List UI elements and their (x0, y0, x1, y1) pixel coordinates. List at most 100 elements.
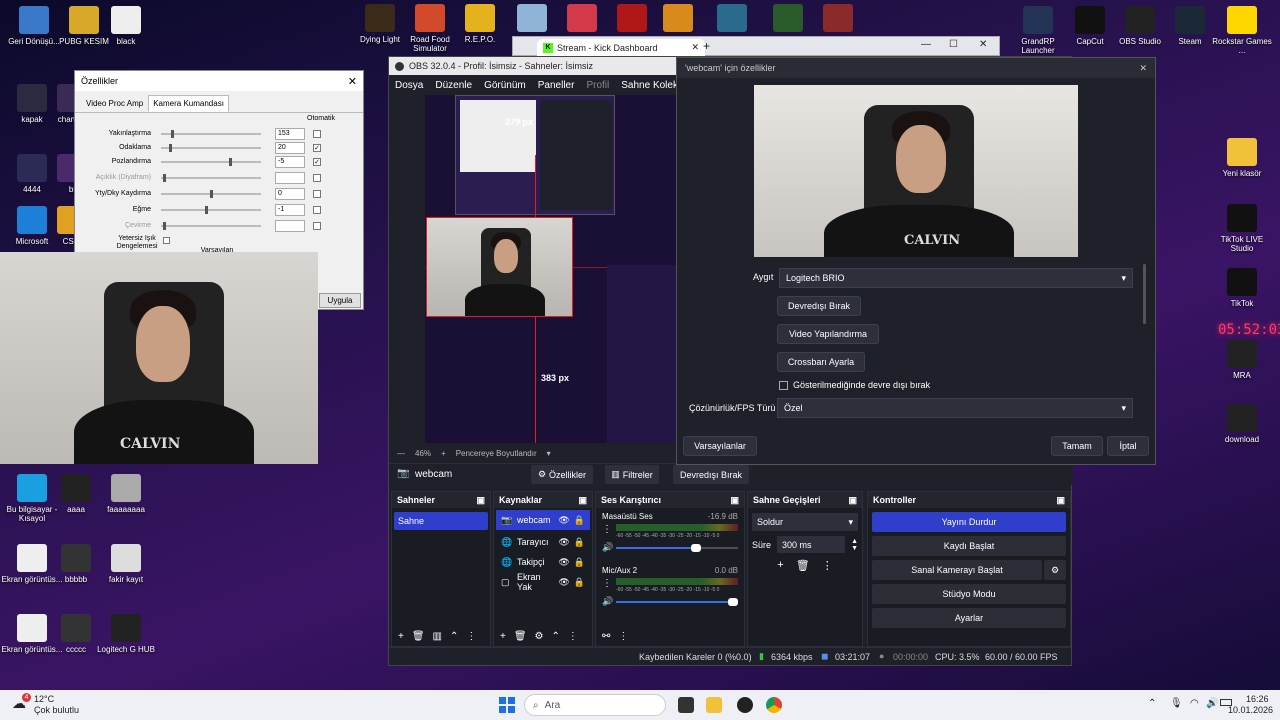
lock-icon[interactable]: 🔒 (574, 557, 585, 568)
apply-button[interactable]: Uygula (319, 293, 361, 308)
tray-chevron-icon[interactable]: ⌃ (1148, 698, 1156, 709)
desktop-icon-folder[interactable]: Yeni klasör (1210, 138, 1274, 178)
more-icon[interactable]: ⋮ (602, 524, 612, 535)
volume-fader[interactable] (616, 544, 738, 552)
camera-setting-auto-checkbox[interactable] (313, 130, 321, 138)
source-item[interactable]: ▢ Ekran Yak 👁 🔒 (496, 572, 590, 592)
camera-setting-slider[interactable] (161, 174, 261, 182)
video-config-button[interactable]: Video Yapılandırma (777, 324, 879, 344)
tab-video-proc-amp[interactable]: Video Proc Amp (81, 95, 148, 112)
desktop-icon-faaaa[interactable]: faaaaaaaa (94, 474, 158, 514)
wifi-icon[interactable]: ◠ (1190, 698, 1199, 709)
eye-icon[interactable]: 👁 (558, 537, 569, 548)
camera-setting-value[interactable]: 0 (275, 188, 305, 200)
dock-icon[interactable]: ▣ (730, 495, 739, 506)
more-icon[interactable]: ⋮ (618, 631, 628, 642)
camera-setting-slider[interactable] (161, 130, 261, 138)
link-icon[interactable]: ⚯ (602, 631, 610, 642)
camera-setting-value[interactable]: 20 (275, 142, 305, 154)
lock-icon[interactable]: 🔒 (574, 515, 585, 526)
dock-icon[interactable]: ▣ (848, 495, 857, 506)
camera-setting-auto-checkbox[interactable] (313, 190, 321, 198)
more-icon[interactable]: ⋮ (602, 578, 612, 589)
cancel-button[interactable]: İptal (1107, 436, 1149, 456)
minimize-icon[interactable]: — (921, 39, 931, 50)
trash-icon[interactable]: 🗑 (412, 631, 425, 642)
studio-mode-button[interactable]: Stüdyo Modu (872, 584, 1066, 604)
dock-icon[interactable]: ▣ (1056, 495, 1065, 506)
more-icon[interactable]: ⋮ (568, 631, 578, 642)
eye-icon[interactable]: 👁 (558, 557, 569, 568)
menu-gorunum[interactable]: Görünüm (484, 80, 526, 91)
obs-preview-canvas[interactable]: 379 px 383 px (425, 95, 677, 443)
slider-thumb[interactable] (163, 222, 166, 230)
add-icon[interactable]: + (500, 631, 506, 642)
settings-button[interactable]: Ayarlar (872, 608, 1066, 628)
trash-icon[interactable]: 🗑 (514, 631, 527, 642)
dock-icon[interactable]: ▣ (476, 495, 485, 506)
camera-setting-auto-checkbox[interactable] (313, 222, 321, 230)
camera-setting-slider[interactable] (161, 190, 261, 198)
eye-icon[interactable]: 👁 (558, 577, 569, 588)
slider-thumb[interactable] (210, 190, 213, 198)
file-explorer-icon[interactable] (706, 697, 722, 713)
desktop-icon-fakir[interactable]: fakir kayıt (94, 544, 158, 584)
speaker-icon[interactable]: 🔊 (602, 596, 613, 607)
disable-source-button[interactable]: Devredışı Bırak (673, 465, 749, 484)
resolution-select[interactable]: Özel ▾ (777, 398, 1133, 418)
obs-taskbar-icon[interactable] (737, 697, 753, 713)
weather-widget[interactable]: ☁ 4 12°C Çok bulutlu (10, 693, 100, 717)
source-item[interactable]: 🌐 Tarayıcı 👁 🔒 (496, 532, 590, 552)
virtual-camera-button[interactable]: Sanal Kamerayı Başlat (872, 560, 1042, 580)
up-icon[interactable]: ⌃ (552, 631, 560, 642)
camera-setting-slider[interactable] (161, 222, 261, 230)
desktop-icon-black[interactable]: black (94, 6, 158, 46)
maximize-icon[interactable]: ☐ (949, 39, 958, 50)
start-recording-button[interactable]: Kaydı Başlat (872, 536, 1066, 556)
close-icon[interactable]: ✕ (1139, 63, 1147, 74)
taskview-icon[interactable] (678, 697, 694, 713)
device-select[interactable]: Logitech BRIO ▾ (779, 268, 1133, 288)
close-window-icon[interactable]: ✕ (979, 39, 987, 50)
low-light-checkbox[interactable] (163, 237, 170, 244)
camera-setting-auto-checkbox[interactable] (313, 206, 321, 214)
desktop-icon-tiktoklive[interactable]: TikTok LIVE Studio (1210, 204, 1274, 253)
volume-fader[interactable] (616, 598, 738, 606)
zoom-in-icon[interactable]: + (441, 449, 446, 458)
camera-setting-value[interactable] (275, 172, 305, 184)
camera-setting-value[interactable] (275, 220, 305, 232)
camera-setting-value[interactable]: -1 (275, 204, 305, 216)
scene-item[interactable]: Sahne (394, 512, 488, 530)
camera-setting-slider[interactable] (161, 158, 261, 166)
source-item[interactable]: 📷 webcam 👁 🔒 (496, 510, 590, 530)
new-tab-icon[interactable]: + (703, 39, 710, 53)
scrollbar[interactable] (1143, 264, 1146, 324)
volume-icon[interactable]: 🔊 (1206, 698, 1218, 709)
duration-input[interactable]: 300 ms (777, 536, 846, 553)
volume-knob[interactable] (691, 544, 702, 552)
spin-icon[interactable]: ▲ ▼ (851, 538, 858, 552)
ok-button[interactable]: Tamam (1051, 436, 1103, 456)
slider-thumb[interactable] (205, 206, 208, 214)
add-icon[interactable]: + (398, 631, 404, 642)
hide-deactivate-checkbox[interactable] (779, 381, 788, 390)
zoom-mode[interactable]: Pencereye Boyutlandır (456, 449, 537, 458)
filter-icon[interactable]: ▥ (433, 631, 442, 642)
camera-setting-value[interactable]: 153 (275, 128, 305, 140)
camera-setting-slider[interactable] (161, 144, 261, 152)
trash-icon[interactable]: 🗑 (796, 559, 810, 572)
tab-camera-control[interactable]: Kamera Kumandası (148, 95, 229, 112)
camera-setting-auto-checkbox[interactable]: ✓ (313, 144, 321, 152)
camera-setting-auto-checkbox[interactable] (313, 174, 321, 182)
stop-stream-button[interactable]: Yayını Durdur (872, 512, 1066, 532)
speaker-icon[interactable]: 🔊 (602, 542, 613, 553)
lock-icon[interactable]: 🔒 (574, 537, 585, 548)
menu-duzenle[interactable]: Düzenle (435, 80, 472, 91)
source-item[interactable]: 🌐 Takipçi 👁 🔒 (496, 552, 590, 572)
chrome-icon[interactable] (766, 697, 782, 713)
desktop-icon-download[interactable]: download (1210, 404, 1274, 444)
close-tab-icon[interactable]: ✕ (691, 42, 699, 53)
zoom-out-icon[interactable]: — (397, 449, 405, 458)
desktop-icon-tiktok[interactable]: TikTok (1210, 268, 1274, 308)
mic-icon[interactable]: 🎙 (1170, 698, 1183, 709)
